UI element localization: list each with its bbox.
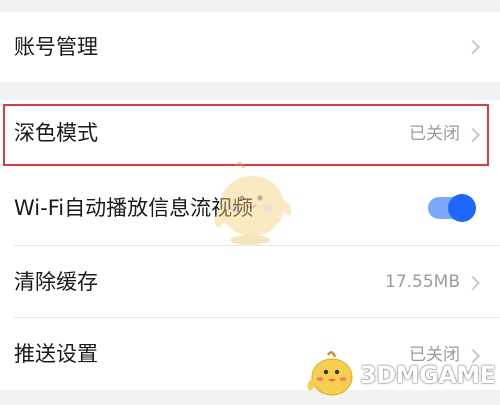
bird-mascot-icon [214, 161, 292, 245]
chevron-right-icon [465, 275, 481, 291]
settings-item-clear-cache[interactable]: 清除缓存 17.55MB [0, 246, 500, 318]
settings-item-label: 清除缓存 [14, 270, 98, 294]
settings-screen: 账号管理 深色模式 已关闭 Wi-Fi自动播放信息流视频 清除缓存 17.55M… [0, 0, 500, 405]
bird-mascot-icon [307, 351, 353, 396]
settings-item-value: 已关闭 [409, 124, 460, 144]
watermark-logo: 3DMGAME [302, 349, 496, 401]
chevron-right-icon [465, 39, 481, 55]
watermark-text: 3DMGAME [360, 361, 496, 389]
settings-item-account[interactable]: 账号管理 [0, 12, 500, 82]
settings-item-label: 推送设置 [14, 342, 98, 366]
settings-item-label: 账号管理 [14, 35, 98, 59]
chevron-right-icon [465, 127, 481, 143]
settings-item-label: 深色模式 [14, 121, 98, 145]
wifi-autoplay-toggle[interactable] [428, 194, 476, 222]
settings-item-value: 17.55MB [385, 272, 460, 292]
toggle-knob [448, 194, 476, 222]
